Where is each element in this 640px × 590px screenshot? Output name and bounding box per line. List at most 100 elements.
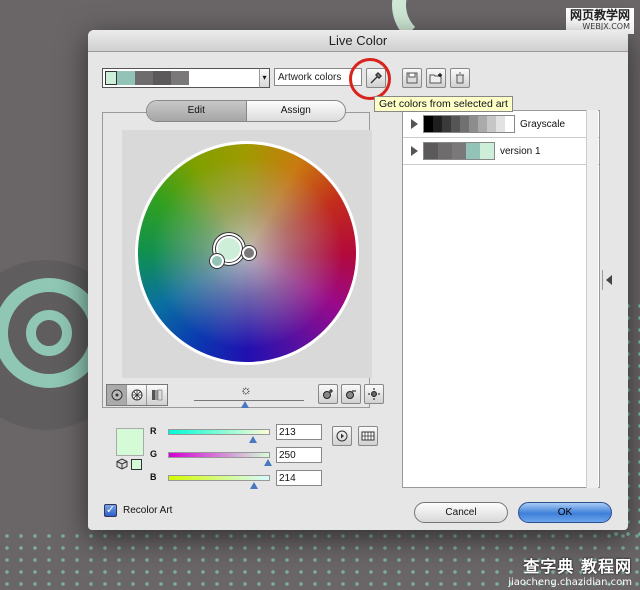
recolor-art-option: ✓ Recolor Art [104, 504, 172, 517]
current-color-preview [116, 428, 144, 456]
trash-icon [456, 72, 464, 84]
color-group-swatch[interactable] [505, 116, 514, 132]
brightness-thumb[interactable] [241, 401, 249, 408]
harmony-buttons [318, 384, 384, 404]
color-group-swatch[interactable] [469, 116, 478, 132]
color-group-swatch[interactable] [496, 116, 505, 132]
current-color-swatch[interactable] [105, 71, 117, 85]
collapse-panel-button[interactable] [602, 270, 614, 290]
smooth-wheel-icon [111, 389, 122, 401]
slider-b-label: B [150, 472, 157, 482]
color-group-swatch[interactable] [438, 143, 452, 159]
color-group-swatch[interactable] [478, 116, 487, 132]
remove-color-icon [346, 390, 356, 399]
current-color-swatch[interactable] [171, 71, 189, 85]
watermark-bottom: 查字典 教程网 jiaocheng.chazidian.com [508, 553, 632, 588]
expand-triangle-icon[interactable] [411, 119, 418, 129]
color-group-swatch[interactable] [424, 116, 433, 132]
delete-color-group-button[interactable] [450, 68, 470, 88]
slider-b-value[interactable] [276, 470, 322, 486]
save-icon [406, 72, 418, 84]
link-harmony-button[interactable] [364, 384, 384, 404]
color-group-row[interactable]: version 1 [403, 138, 599, 165]
preview-icons [116, 458, 142, 470]
slider-g-label: G [150, 449, 158, 459]
color-group-swatch[interactable] [466, 143, 480, 159]
save-color-group-button[interactable] [402, 68, 422, 88]
segmented-wheel-icon [131, 389, 142, 401]
small-color-swatch[interactable] [131, 458, 142, 470]
tab-assign[interactable]: Assign [247, 101, 346, 121]
brightness-icon: ☼ [240, 382, 252, 397]
tab-edit[interactable]: Edit [147, 101, 247, 121]
color-group-swatch[interactable] [452, 143, 466, 159]
grid-icon [361, 431, 375, 441]
color-handle[interactable] [210, 254, 224, 268]
list-scrollbar[interactable] [586, 110, 598, 488]
swatch-library-button[interactable] [358, 426, 378, 446]
wheel-mode-buttons [106, 384, 168, 406]
color-mode-cube-icon[interactable] [116, 458, 128, 470]
color-bars-button[interactable] [147, 385, 167, 405]
slider-r: R [150, 424, 350, 443]
get-colors-from-art-button[interactable] [366, 68, 386, 88]
slider-r-thumb[interactable] [249, 436, 258, 443]
current-colors-swatch-group[interactable] [102, 68, 270, 88]
remove-color-tool-button[interactable] [341, 384, 361, 404]
color-group-swatch[interactable] [487, 116, 496, 132]
color-group-swatch[interactable] [433, 116, 442, 132]
color-groups-list: Grayscale version 1 [402, 110, 600, 488]
tooltip: Get colors from selected art [374, 96, 513, 112]
color-group-swatches [423, 142, 495, 160]
ok-button[interactable]: OK [518, 502, 612, 523]
background-ring-inner [26, 310, 72, 356]
color-wheel-area [122, 130, 372, 378]
color-group-row[interactable]: Grayscale [403, 111, 599, 138]
slider-g-track[interactable] [168, 452, 270, 458]
color-group-swatches [423, 115, 515, 133]
slider-r-track[interactable] [168, 429, 270, 435]
wheel-controls: ☼ [106, 382, 384, 410]
current-color-swatch[interactable] [135, 71, 153, 85]
color-group-name-field[interactable] [274, 68, 362, 86]
link-harmony-icon [368, 388, 380, 400]
live-color-dialog: Live Color ▾ Get colors from selected ar… [88, 30, 628, 530]
new-color-group-button[interactable] [426, 68, 446, 88]
add-color-tool-button[interactable] [318, 384, 338, 404]
color-group-swatch[interactable] [460, 116, 469, 132]
slider-g: G [150, 447, 350, 466]
slider-b-thumb[interactable] [249, 482, 258, 489]
color-handle[interactable] [242, 246, 256, 260]
dialog-title: Live Color [88, 30, 628, 52]
current-color-swatch[interactable] [117, 71, 135, 85]
brightness-slider[interactable]: ☼ [194, 382, 304, 410]
expand-triangle-icon[interactable] [411, 146, 418, 156]
segmented-wheel-button[interactable] [127, 385, 147, 405]
color-bars-icon [152, 389, 163, 401]
slider-r-label: R [150, 426, 157, 436]
slider-b-track[interactable] [168, 475, 270, 481]
new-folder-icon [429, 73, 442, 84]
slider-r-value[interactable] [276, 424, 322, 440]
color-group-name: Grayscale [520, 118, 566, 130]
collapse-arrow-icon [606, 275, 612, 285]
slider-b: B [150, 470, 350, 489]
watermark-bottom-url: jiaocheng.chazidian.com [508, 577, 632, 588]
color-group-swatch[interactable] [451, 116, 460, 132]
cancel-button[interactable]: Cancel [414, 502, 508, 523]
color-group-swatch[interactable] [424, 143, 438, 159]
color-group-swatch[interactable] [442, 116, 451, 132]
swatch-dropdown-button[interactable]: ▾ [259, 68, 270, 88]
watermark-bottom-title: 查字典 教程网 [523, 557, 632, 576]
color-group-swatch[interactable] [480, 143, 494, 159]
slider-menu-button[interactable] [332, 426, 352, 446]
recolor-art-label: Recolor Art [123, 505, 173, 516]
eyedropper-icon [370, 72, 382, 84]
recolor-art-checkbox[interactable]: ✓ [104, 504, 117, 517]
current-color-swatch[interactable] [153, 71, 171, 85]
slider-g-thumb[interactable] [263, 459, 272, 466]
slider-g-value[interactable] [276, 447, 322, 463]
edit-assign-tabs: Edit Assign [146, 100, 346, 122]
smooth-wheel-button[interactable] [107, 385, 127, 405]
slider-side-buttons [332, 426, 378, 446]
